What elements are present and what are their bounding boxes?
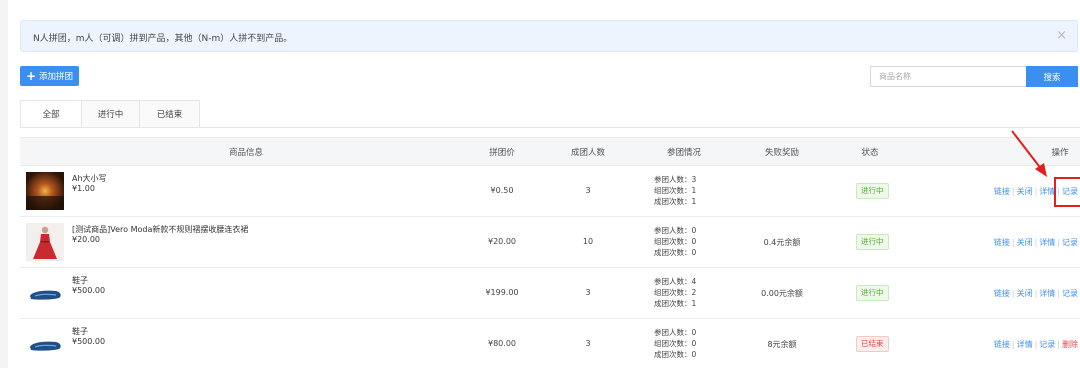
close-action[interactable]: 关闭 [1017, 187, 1033, 196]
stat-groups-formed: 组团次数：0 [654, 237, 697, 246]
header-group-price: 拼团价 [489, 148, 515, 158]
search-button[interactable]: 搜索 [1026, 66, 1078, 87]
group-price: ¥0.50 [490, 186, 514, 195]
product-price: ¥500.00 [72, 337, 106, 346]
header-group-size: 成团人数 [570, 148, 606, 158]
notice-text: N人拼团，m人（可调）拼到产品，其他（N-m）人拼不到产品。 [33, 34, 293, 44]
fail-reward: 0.00元余额 [761, 289, 803, 298]
product-thumbnail [26, 274, 64, 312]
product-thumbnail [26, 223, 64, 261]
product-thumbnail [26, 325, 64, 363]
tabs-divider [20, 127, 1080, 128]
tab-all[interactable]: 全部 [20, 100, 82, 128]
page: N人拼团，m人（可调）拼到产品，其他（N-m）人拼不到产品。 × + 添加拼团 … [8, 0, 1080, 368]
stat-groups-completed: 成团次数：0 [654, 350, 697, 359]
row-actions: 链接 | 详情 | 记录 | 删除 [993, 340, 1078, 349]
row-actions: 链接 | 关闭 | 详情 | 记录 [993, 289, 1078, 298]
detail-action[interactable]: 详情 [1039, 289, 1055, 298]
status-badge: 进行中 [856, 183, 889, 199]
participation-stats: 参团人数：0 组团次数：0 成团次数：0 [654, 327, 696, 360]
status-badge: 进行中 [856, 285, 889, 301]
group-price: ¥199.00 [485, 288, 519, 297]
record-action[interactable]: 记录 [1062, 238, 1078, 247]
notice-banner: N人拼团，m人（可调）拼到产品，其他（N-m）人拼不到产品。 × [20, 20, 1078, 52]
product-name: 鞋子 [72, 327, 88, 336]
group-size: 10 [582, 237, 594, 246]
stat-groups-formed: 组团次数：2 [654, 288, 697, 297]
group-size: 3 [585, 288, 591, 297]
group-price: ¥20.00 [488, 237, 516, 246]
search-input[interactable]: 商品名称 [870, 66, 1026, 87]
product-name: [测试商品]Vero Moda新款不规则褶摆收腰连衣裙 [72, 225, 249, 234]
participation-stats: 参团人数：0 组团次数：0 成团次数：0 [654, 225, 696, 258]
product-price: ¥500.00 [72, 286, 106, 295]
stat-participants: 参团人数：0 [654, 226, 697, 235]
link-action[interactable]: 链接 [994, 289, 1010, 298]
record-action[interactable]: 记录 [1039, 340, 1055, 349]
participation-stats: 参团人数：3 组团次数：1 成团次数：1 [654, 174, 696, 207]
link-action[interactable]: 链接 [994, 238, 1010, 247]
stat-participants: 参团人数：0 [654, 328, 697, 337]
link-action[interactable]: 链接 [994, 340, 1010, 349]
table-row: [测试商品]Vero Moda新款不规则褶摆收腰连衣裙 ¥20.00 ¥20.0… [20, 217, 1080, 268]
stat-groups-formed: 组团次数：1 [654, 186, 697, 195]
header-status: 状态 [861, 148, 879, 158]
stat-groups-completed: 成团次数：1 [654, 197, 697, 206]
fail-reward: 0.4元余额 [763, 238, 801, 247]
plus-icon: + [25, 69, 37, 83]
record-action[interactable]: 记录 [1062, 289, 1078, 298]
status-badge: 进行中 [856, 234, 889, 250]
link-action[interactable]: 链接 [994, 187, 1010, 196]
table-header: 商品信息 拼团价 成团人数 参团情况 失败奖励 状态 操作 [20, 137, 1080, 166]
annotation-arrow-icon [1011, 130, 1047, 177]
table-row: 鞋子 ¥500.00 ¥80.00 3 参团人数：0 组团次数：0 成团次数：0… [20, 319, 1080, 368]
detail-action[interactable]: 详情 [1039, 238, 1055, 247]
group-table: 商品信息 拼团价 成团人数 参团情况 失败奖励 状态 操作 Ah大小写 ¥1.0… [20, 137, 1080, 368]
stat-groups-completed: 成团次数：0 [654, 248, 697, 257]
product-name: 鞋子 [72, 276, 88, 285]
header-product: 商品信息 [228, 148, 264, 158]
close-action[interactable]: 关闭 [1017, 238, 1033, 247]
stat-groups-completed: 成团次数：1 [654, 299, 697, 308]
table-row: Ah大小写 ¥1.00 ¥0.50 3 参团人数：3 组团次数：1 成团次数：1… [20, 166, 1080, 217]
product-price: ¥1.00 [72, 184, 95, 193]
product-name: Ah大小写 [72, 174, 107, 183]
row-actions: 链接 | 关闭 | 详情 | 记录 [993, 238, 1078, 247]
product-thumbnail [26, 172, 64, 210]
group-price: ¥80.00 [488, 339, 516, 348]
close-icon[interactable]: × [1056, 29, 1067, 43]
group-size: 3 [585, 339, 591, 348]
tab-running[interactable]: 进行中 [82, 100, 140, 128]
group-size: 3 [585, 186, 591, 195]
product-price: ¥20.00 [72, 235, 100, 244]
header-participation: 参团情况 [666, 148, 702, 158]
detail-action[interactable]: 详情 [1017, 340, 1033, 349]
stat-groups-formed: 组团次数：0 [654, 339, 697, 348]
add-group-label: 添加拼团 [39, 72, 74, 82]
header-fail-reward: 失败奖励 [764, 148, 800, 158]
stat-participants: 参团人数：3 [654, 175, 697, 184]
status-badge: 已结束 [856, 336, 889, 352]
detail-action[interactable]: 详情 [1039, 187, 1055, 196]
table-row: 鞋子 ¥500.00 ¥199.00 3 参团人数：4 组团次数：2 成团次数：… [20, 268, 1080, 319]
tab-ended[interactable]: 已结束 [140, 100, 200, 128]
fail-reward: 8元余额 [767, 340, 797, 349]
delete-action[interactable]: 删除 [1062, 340, 1078, 349]
add-group-button[interactable]: + 添加拼团 [20, 66, 79, 86]
annotation-highlight-box [1054, 177, 1080, 207]
tab-bar: 全部 进行中 已结束 [20, 100, 200, 128]
participation-stats: 参团人数：4 组团次数：2 成团次数：1 [654, 276, 696, 309]
close-action[interactable]: 关闭 [1017, 289, 1033, 298]
stat-participants: 参团人数：4 [654, 277, 697, 286]
